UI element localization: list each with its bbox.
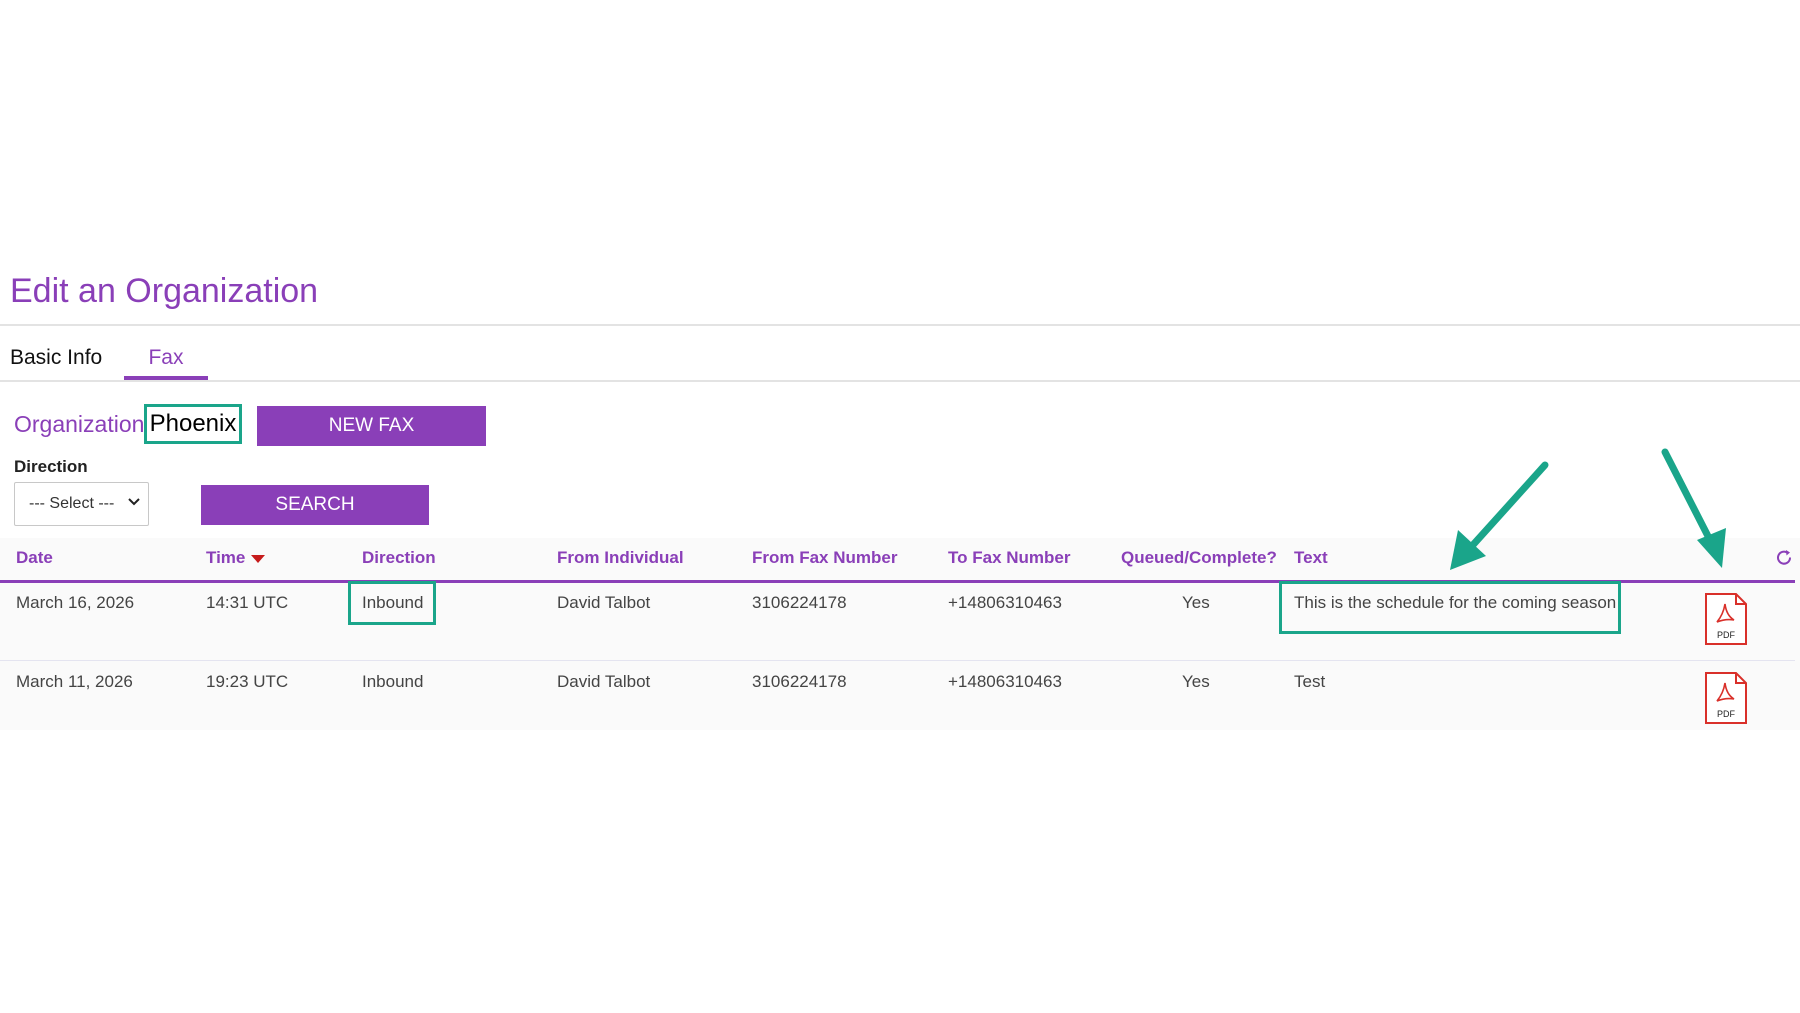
row-divider	[0, 660, 1795, 661]
direction-select[interactable]: --- Select ---	[14, 482, 149, 526]
cell-to-fax-number: +14806310463	[948, 593, 1062, 612]
cell-from-fax-number: 3106224178	[752, 593, 847, 612]
new-fax-button[interactable]: NEW FAX	[257, 406, 486, 446]
cell-text: Test	[1294, 672, 1326, 691]
page: Edit an Organization Basic Info Fax Orga…	[0, 0, 1800, 1013]
cell-queued-complete: Yes	[1182, 593, 1210, 612]
cell-from-individual: David Talbot	[557, 593, 651, 612]
annotation-arrow	[1661, 448, 1716, 548]
annotation-arrow	[1468, 461, 1549, 550]
column-header-from-individual[interactable]: From Individual	[557, 548, 684, 568]
cell-queued-complete: Yes	[1182, 672, 1210, 691]
column-header-from-fax-number[interactable]: From Fax Number	[752, 548, 897, 568]
cell-time: 14:31 UTC	[206, 593, 289, 612]
cell-from-individual: David Talbot	[557, 672, 651, 691]
tab-bar: Basic Info Fax	[0, 340, 1800, 380]
direction-select-value: --- Select ---	[29, 495, 115, 512]
cell-from-fax-number: 3106224178	[752, 672, 847, 691]
column-header-queued-complete[interactable]: Queued/Complete?	[1121, 548, 1277, 568]
organization-label: Organization	[14, 411, 145, 437]
cell-to-fax-number: +14806310463	[948, 672, 1062, 691]
column-header-text[interactable]: Text	[1294, 548, 1328, 568]
cell-date: March 16, 2026	[16, 593, 135, 612]
refresh-icon[interactable]	[1774, 548, 1794, 568]
pdf-icon-label: PDF	[1717, 630, 1736, 640]
tabs-divider	[0, 380, 1800, 382]
cell-direction: Inbound	[362, 672, 424, 691]
cell-time: 19:23 UTC	[206, 672, 289, 691]
tab-basic-info[interactable]: Basic Info	[10, 346, 102, 370]
tab-fax[interactable]: Fax	[124, 346, 208, 370]
column-header-direction[interactable]: Direction	[362, 548, 436, 568]
pdf-file-icon[interactable]: PDF	[1703, 671, 1749, 725]
highlight-box-direction	[348, 581, 436, 625]
search-button[interactable]: SEARCH	[201, 485, 429, 525]
cell-date: March 11, 2026	[16, 672, 133, 691]
column-header-time[interactable]: Time	[206, 548, 266, 568]
page-title: Edit an Organization	[10, 272, 319, 310]
highlight-box-text	[1279, 581, 1621, 634]
fax-table	[0, 538, 1800, 730]
direction-label: Direction	[14, 457, 88, 476]
column-header-time-label: Time	[206, 548, 246, 567]
chevron-down-icon	[128, 498, 140, 506]
pdf-file-icon[interactable]: PDF	[1703, 592, 1749, 646]
sort-desc-icon	[251, 554, 266, 563]
organization-value: Phoenix	[144, 404, 242, 444]
title-divider	[0, 324, 1800, 326]
pdf-icon-label: PDF	[1717, 709, 1736, 719]
column-header-date[interactable]: Date	[16, 548, 53, 568]
column-header-to-fax-number[interactable]: To Fax Number	[948, 548, 1070, 568]
